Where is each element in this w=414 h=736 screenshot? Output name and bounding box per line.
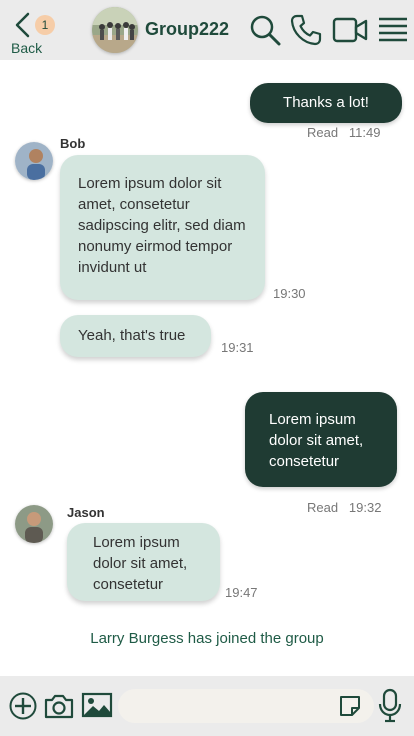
sender-name: Jason	[67, 505, 105, 520]
composer-bar	[0, 676, 414, 736]
menu-icon[interactable]	[377, 14, 409, 46]
message-status: Read 11:49	[307, 125, 381, 140]
incoming-message[interactable]: Lorem ipsum dolor sit amet, consetetur s…	[60, 155, 265, 300]
message-time: 19:32	[348, 500, 382, 515]
avatar-jason[interactable]	[15, 505, 53, 543]
read-status: Read	[307, 500, 339, 515]
avatar-bob[interactable]	[15, 142, 53, 180]
image-icon[interactable]	[81, 691, 113, 719]
camera-icon[interactable]	[43, 692, 75, 720]
group-photo	[92, 7, 138, 53]
sender-name: Bob	[60, 136, 86, 151]
message-time: 19:30	[273, 286, 306, 301]
microphone-icon[interactable]	[377, 688, 403, 724]
sticker-icon[interactable]	[338, 694, 362, 718]
message-time: 19:47	[225, 585, 258, 600]
system-message: Larry Burgess has joined the group	[90, 630, 324, 647]
back-label: Back	[11, 40, 43, 56]
bob-photo	[15, 142, 53, 180]
search-icon[interactable]	[249, 14, 281, 46]
message-text: Lorem ipsum dolor sit amet, consetetur	[93, 534, 188, 593]
incoming-message[interactable]: Yeah, that's true	[60, 315, 211, 357]
back-button[interactable]: 1 Back	[8, 10, 64, 58]
message-time: 11:49	[348, 125, 381, 140]
chevron-left-icon	[15, 12, 30, 38]
message-text: Lorem ipsum dolor sit amet, consetetur s…	[78, 175, 246, 276]
chat-header: 1 Back Group222	[0, 0, 414, 60]
outgoing-message[interactable]: Lorem ipsum dolor sit amet, consetetur	[245, 392, 397, 487]
video-icon[interactable]	[332, 14, 368, 46]
message-text: Thanks a lot!	[283, 94, 369, 111]
group-name[interactable]: Group222	[145, 19, 229, 40]
message-text: Yeah, that's true	[78, 327, 186, 344]
message-time: 19:31	[221, 340, 254, 355]
phone-icon[interactable]	[290, 14, 322, 46]
message-input[interactable]	[118, 689, 374, 723]
plus-icon[interactable]	[9, 692, 37, 720]
message-text: Lorem ipsum dolor sit amet, consetetur	[269, 411, 364, 470]
outgoing-message[interactable]: Thanks a lot!	[250, 83, 402, 123]
incoming-message[interactable]: Lorem ipsum dolor sit amet, consetetur	[67, 523, 220, 601]
jason-photo	[15, 505, 53, 543]
unread-badge: 1	[35, 15, 55, 35]
message-status: Read 19:32	[307, 500, 381, 515]
message-list[interactable]: Thanks a lot! Read 11:49 Bob Lorem ipsum…	[0, 60, 414, 676]
read-status: Read	[307, 125, 339, 140]
group-avatar[interactable]	[92, 7, 138, 53]
